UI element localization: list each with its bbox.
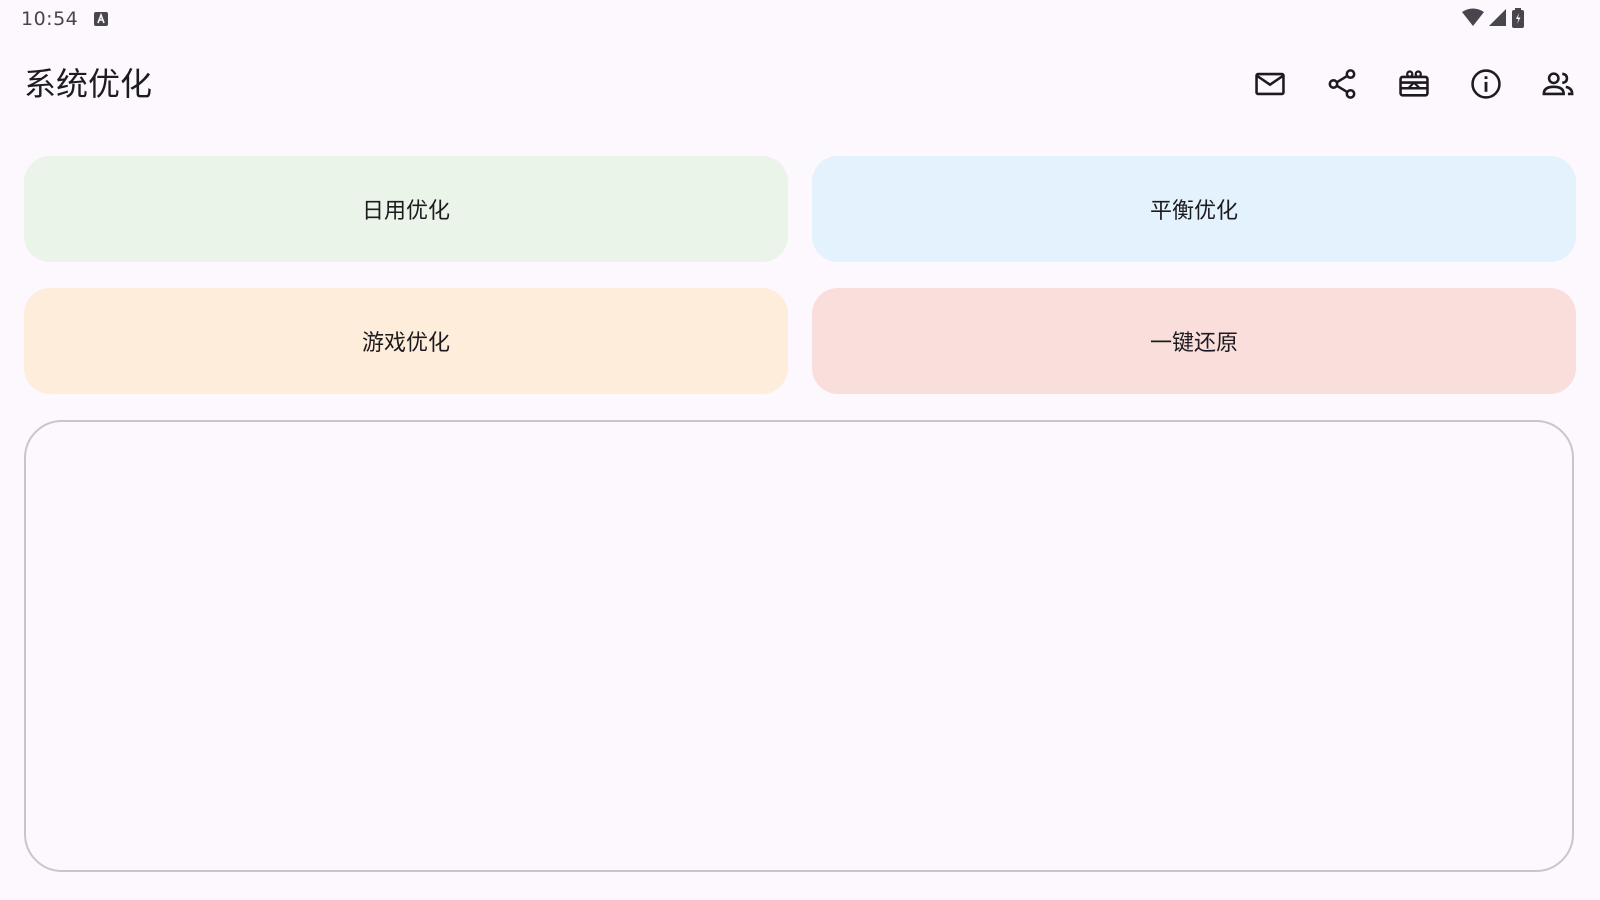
output-panel (24, 420, 1574, 872)
share-icon (1328, 69, 1356, 99)
battery-charging-icon (1512, 8, 1524, 28)
game-optimize-button[interactable]: 游戏优化 (24, 288, 788, 394)
status-bar: 10:54 (0, 0, 1600, 36)
group-icon (1542, 72, 1574, 96)
page-title: 系统优化 (24, 65, 153, 103)
keyboard-a-icon (94, 11, 108, 26)
mail-button[interactable] (1246, 60, 1294, 108)
balance-optimize-button[interactable]: 平衡优化 (812, 156, 1576, 262)
restore-button[interactable]: 一键还原 (812, 288, 1576, 394)
daily-optimize-button[interactable]: 日用优化 (24, 156, 788, 262)
share-button[interactable] (1318, 60, 1366, 108)
info-icon (1471, 69, 1501, 99)
top-app-bar: 系统优化 (0, 48, 1600, 120)
group-button[interactable] (1534, 60, 1582, 108)
signal-icon (1489, 9, 1506, 26)
wifi-icon (1462, 8, 1484, 26)
info-button[interactable] (1462, 60, 1510, 108)
status-time: 10:54 (21, 8, 79, 30)
gift-card-icon (1399, 70, 1429, 97)
mail-icon (1255, 72, 1285, 96)
gift-card-button[interactable] (1390, 60, 1438, 108)
